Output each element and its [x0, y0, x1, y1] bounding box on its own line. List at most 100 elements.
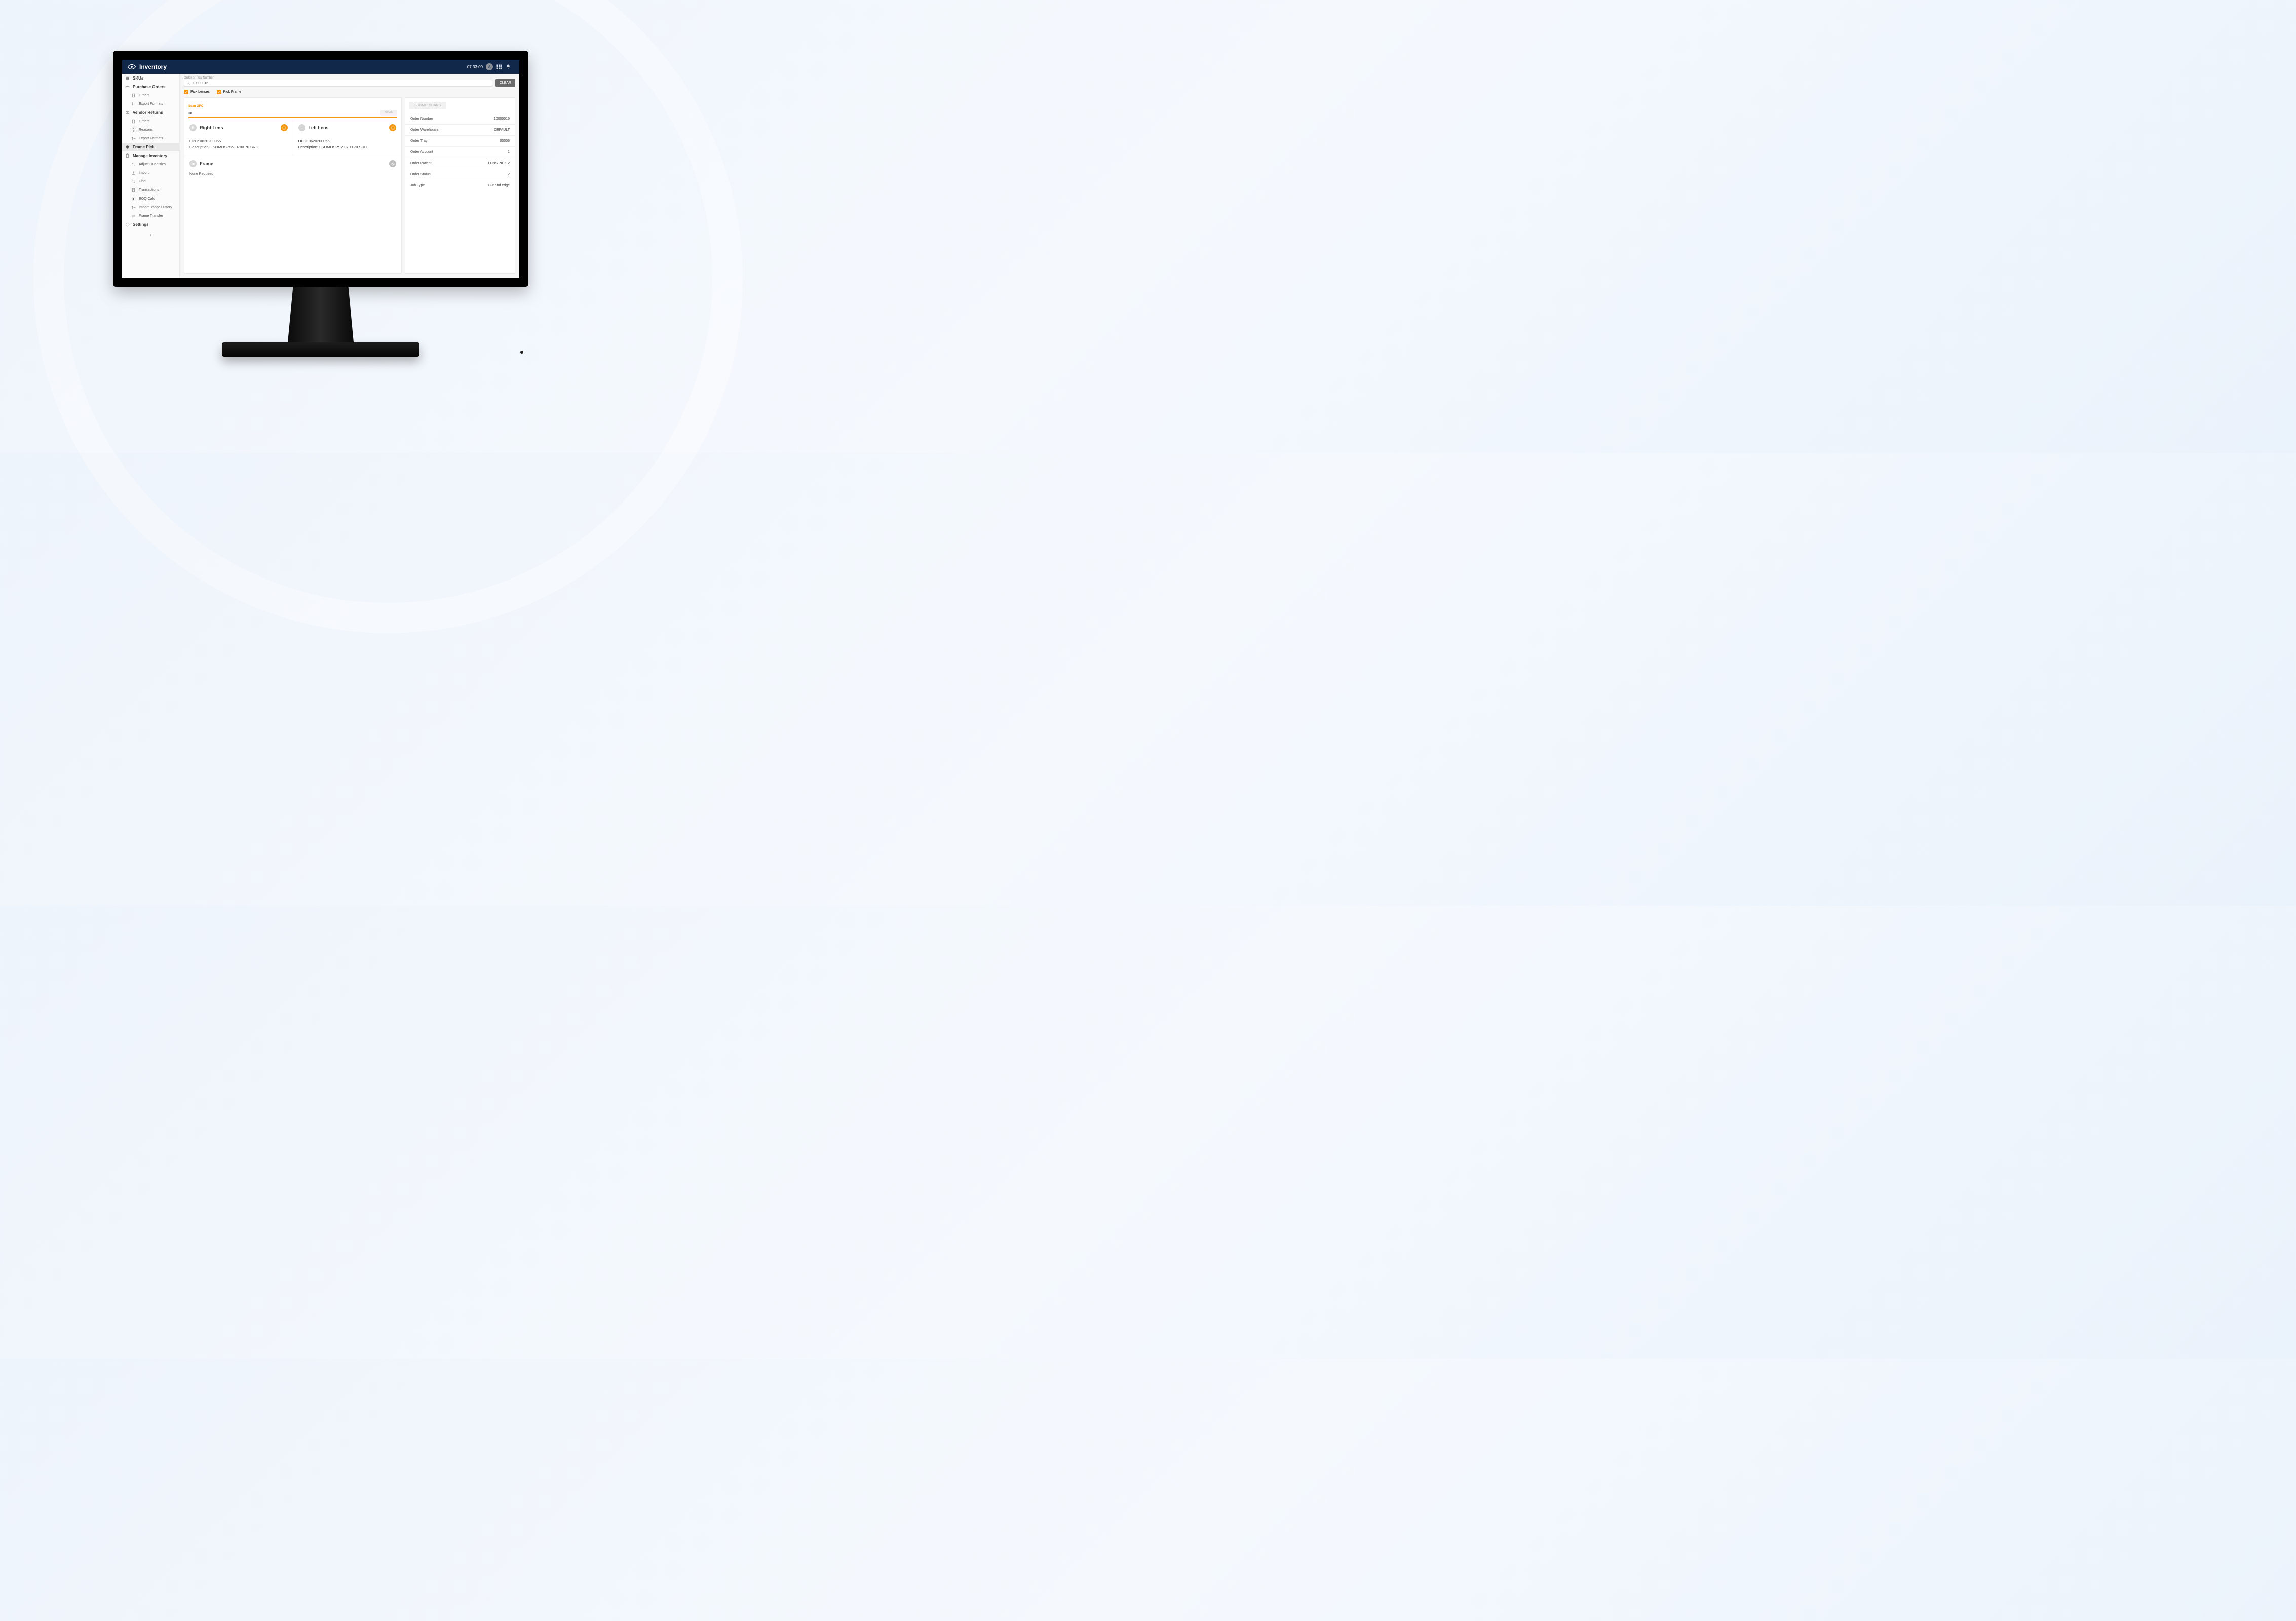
pick-frame-checkbox[interactable]: Pick Frame [217, 90, 241, 94]
sidebar-item-import-usage-history[interactable]: Import Usage History [122, 203, 179, 212]
sidebar-item-label: EOQ Calc [139, 197, 155, 201]
status-pending-icon [389, 124, 396, 131]
transfer-icon [131, 214, 136, 218]
frame-title: Frame [200, 161, 213, 166]
list-icon [125, 76, 130, 81]
order-info-label: Order Tray [410, 139, 427, 143]
download-icon [131, 171, 136, 175]
scan-opc-input[interactable] [194, 111, 379, 115]
order-info-row: Job TypeCut and edge [405, 180, 515, 191]
monitor-frame: Inventory 07:33:00 A SKUs [113, 51, 528, 357]
order-info-row: Order Number10000016 [405, 113, 515, 124]
order-info-value: V [507, 173, 510, 176]
document-icon [131, 93, 136, 98]
sidebar-item-vr-export-formats[interactable]: Export Formats [122, 134, 179, 143]
sidebar-item-label: Reasons [139, 128, 153, 132]
sidebar-item-label: Import Usage History [139, 206, 172, 209]
order-search-bar: Order or Tray Number CLEAR [180, 74, 519, 88]
sidebar-item-settings[interactable]: Settings [122, 220, 179, 229]
return-box-icon [125, 110, 130, 115]
gear-icon [125, 222, 130, 227]
monitor-bezel: Inventory 07:33:00 A SKUs [113, 51, 528, 287]
pick-lenses-checkbox[interactable]: Pick Lenses [184, 90, 210, 94]
frame-badge-icon [189, 160, 197, 167]
order-info-label: Order Account [410, 150, 433, 154]
sidebar-item-label: Vendor Returns [133, 110, 163, 115]
sidebar-item-eoq-calc[interactable]: EOQ Calc [122, 195, 179, 203]
monitor-stand-neck [288, 287, 354, 342]
sidebar-item-label: Export Formats [139, 102, 163, 106]
arrow-right-icon: ➡ [188, 111, 192, 115]
sidebar-collapse-toggle[interactable]: ‹ [122, 229, 179, 240]
sidebar-item-adjust-quantities[interactable]: Adjust Quantities [122, 160, 179, 169]
sidebar-item-label: Orders [139, 94, 149, 97]
sidebar-item-label: Frame Pick [133, 145, 155, 149]
sidebar-item-label: Find [139, 180, 146, 183]
sidebar-item-po-export-formats[interactable]: Export Formats [122, 100, 179, 108]
receipt-icon [131, 188, 136, 192]
main-content: Order or Tray Number CLEAR Pick Lenses [180, 74, 519, 278]
order-search-input[interactable] [193, 82, 490, 85]
sidebar-item-import[interactable]: Import [122, 169, 179, 177]
status-pending-icon [281, 124, 288, 131]
submit-scans-button[interactable]: SUBMIT SCANS [409, 102, 446, 109]
sidebar-item-transactions[interactable]: Transactions [122, 186, 179, 195]
order-info-value: 00006 [500, 139, 510, 143]
sidebar-item-find[interactable]: Find [122, 177, 179, 186]
sidebar-item-frame-pick[interactable]: Frame Pick [122, 143, 179, 151]
bell-icon[interactable] [505, 64, 511, 70]
order-info-value: LENS PICK 2 [488, 162, 510, 165]
left-lens-opc: OPC: 0620200055 [298, 138, 397, 144]
checkbox-label: Pick Lenses [190, 90, 210, 94]
sidebar-item-skus[interactable]: SKUs [122, 74, 179, 83]
scan-opc-label: Scan OPC [188, 105, 203, 108]
left-lens-title: Left Lens [309, 125, 329, 130]
apps-grid-icon[interactable] [496, 64, 502, 70]
header-time: 07:33:00 [467, 65, 483, 69]
sidebar-item-label: Settings [133, 222, 149, 227]
search-icon [186, 81, 190, 85]
sidebar-item-po-orders[interactable]: Orders [122, 91, 179, 100]
application-screen: Inventory 07:33:00 A SKUs [122, 60, 519, 278]
clipboard-icon [125, 153, 130, 158]
sidebar-item-vr-orders[interactable]: Orders [122, 117, 179, 126]
sidebar-item-manage-inventory[interactable]: Manage Inventory [122, 151, 179, 160]
sidebar-item-label: Export Formats [139, 137, 163, 140]
sigma-icon [131, 197, 136, 201]
user-avatar[interactable]: A [486, 63, 493, 70]
checkbox-checked-icon [184, 90, 188, 94]
order-search-field[interactable] [184, 80, 492, 87]
credit-card-icon [125, 85, 130, 89]
scan-button[interactable]: SCAN [380, 110, 397, 116]
sidebar: SKUs Purchase Orders Orders Export Forma… [122, 74, 180, 278]
sidebar-item-frame-transfer[interactable]: Frame Transfer [122, 212, 179, 220]
monitor-stand-base [222, 342, 419, 357]
left-lens-desc: Description: LSOMOSPSV 0700 70 SRC [298, 144, 397, 150]
export-icon [131, 136, 136, 141]
sidebar-item-label: Purchase Orders [133, 85, 165, 89]
sidebar-item-label: Import [139, 171, 149, 175]
eye-logo-icon [127, 62, 136, 71]
order-info-row: Order WarehouseDEFAULT [405, 124, 515, 135]
order-info-label: Order Number [410, 117, 433, 121]
order-info-label: Order Status [410, 173, 431, 176]
order-info-label: Order Warehouse [410, 128, 438, 132]
left-lens-block: L Left Lens OPC: 0620200055 Description:… [293, 120, 402, 156]
monitor-camera-dot [520, 351, 523, 354]
order-info-row: Order Tray 00006 [405, 135, 515, 146]
order-info-row: Order PatientLENS PICK 2 [405, 158, 515, 169]
clear-button[interactable]: CLEAR [495, 79, 515, 87]
order-info-label: Job Type [410, 184, 425, 187]
sidebar-item-label: Orders [139, 120, 149, 123]
pick-checkboxes: Pick Lenses Pick Frame [180, 88, 519, 97]
sidebar-item-label: Transactions [139, 188, 159, 192]
sidebar-item-vendor-returns[interactable]: Vendor Returns [122, 108, 179, 117]
frame-note: None Required [189, 172, 396, 176]
sidebar-item-purchase-orders[interactable]: Purchase Orders [122, 83, 179, 91]
sidebar-item-label: Manage Inventory [133, 153, 167, 158]
app-header: Inventory 07:33:00 A [122, 60, 519, 74]
brand-title: Inventory [139, 63, 167, 70]
lens-badge-left: L [298, 124, 305, 131]
sidebar-item-vr-reasons[interactable]: Reasons [122, 126, 179, 134]
order-info-card: SUBMIT SCANS Order Number10000016Order W… [405, 97, 515, 274]
